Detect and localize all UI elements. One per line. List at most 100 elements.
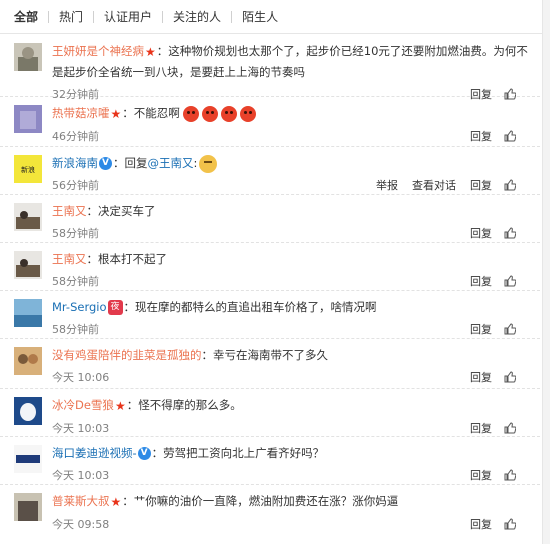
mention-link[interactable]: @王南又 [148,156,194,170]
comment-item: 没有鸡蛋陪伴的韭菜是孤独的：幸亏在海南带不了多久 今天 10:06 回复 [0,339,540,389]
comment-list: 王妍妍是个神经病★：这种物价规划也太那个了，起步价已经10元了还要附加燃油费。为… [0,35,540,533]
reply-button[interactable]: 回复 [470,420,492,436]
comment-filter-bar: 全部 热门 认证用户 关注的人 陌生人 [0,0,550,34]
star-icon: ★ [110,494,122,509]
verified-icon: V [99,157,112,170]
separator: ： [201,348,214,362]
avatar[interactable] [14,251,42,279]
like-icon[interactable] [504,227,516,239]
comment-item: 新浪 新浪海南 V ：回复@王南又: 56分钟前 举报 查看对话 回复 [0,147,540,195]
comment-text: 根本打不起了 [98,252,167,266]
comment-text: 现在摩的都特么的直追出租车价格了，啥情况啊 [135,300,377,314]
like-icon[interactable] [504,275,516,287]
username-link[interactable]: Mr-Sergio [52,300,107,314]
separator: ： [122,106,134,120]
like-icon[interactable] [504,469,516,481]
comment-time: 58分钟前 [52,275,99,288]
star-icon: ★ [110,106,122,121]
reply-button[interactable]: 回复 [470,177,492,193]
tab-hot[interactable]: 热门 [48,10,93,23]
comment-time: 今天 10:03 [52,421,110,435]
separator: ： [156,44,169,58]
username-link[interactable]: 普莱斯大叔 [52,494,110,508]
comment-time: 58分钟前 [52,323,99,336]
comment-time: 今天 10:03 [52,469,110,482]
avatar[interactable]: 新浪 [14,155,42,183]
avatar[interactable] [14,203,42,231]
comment-item: 王妍妍是个神经病★：这种物价规划也太那个了，起步价已经10元了还要附加燃油费。为… [0,35,540,101]
reply-button[interactable]: 回复 [470,467,492,483]
angry-emoji-icon [220,105,237,122]
username-link[interactable]: 王南又 [52,204,87,218]
avatar[interactable] [14,445,42,473]
comment-text: 幸亏在海南带不了多久 [213,348,328,362]
comment-time: 46分钟前 [52,129,99,143]
comment-item: 热带菇凉嚯★：不能忍啊 46分钟前 回复 [0,97,540,147]
tab-all[interactable]: 全部 [14,11,48,23]
level-badge: 夜 [107,300,123,315]
username-link[interactable]: 海口姜迪逊视频- [52,446,137,460]
separator: ： [123,300,136,314]
comment-item: Mr-Sergio 夜：现在摩的都特么的直追出租车价格了，啥情况啊 58分钟前 回复 [0,291,540,339]
separator: ： [151,446,164,460]
reply-button[interactable]: 回复 [470,225,492,241]
comment-time: 58分钟前 [52,227,99,240]
like-icon[interactable] [504,421,516,434]
star-icon: ★ [145,44,156,59]
separator: : [193,156,198,170]
tab-strangers[interactable]: 陌生人 [231,10,288,23]
separator: ： [86,204,99,218]
comment-text: 决定买车了 [98,204,156,218]
comment-text: 怪不得摩的那么多。 [138,398,242,412]
username-link[interactable]: 没有鸡蛋陪伴的韭菜是孤独的 [52,348,202,362]
avatar[interactable] [14,347,42,375]
scrollbar[interactable] [542,0,550,544]
avatar[interactable] [14,397,42,425]
comment-text: 回复 [124,156,148,170]
reply-button[interactable]: 回复 [470,369,492,385]
angry-emoji-icon [201,105,218,122]
svg-text:新浪: 新浪 [21,165,35,174]
username-link[interactable]: 王妍妍是个神经病 [52,44,144,58]
tab-following[interactable]: 关注的人 [162,10,231,23]
reply-button[interactable]: 回复 [470,128,492,144]
separator: ： [122,494,134,508]
comment-text: 艹你嘛的油价一直降，燃油附加费还在涨？涨你妈逼 [133,494,399,508]
reply-button[interactable]: 回复 [470,516,492,532]
username-link[interactable]: 新浪海南 [52,156,98,170]
angry-emoji-icon [182,105,199,122]
comment-text: 不能忍啊 [133,106,180,120]
avatar[interactable] [14,493,42,521]
angry-emoji-icon [239,105,256,122]
comment-item: 冰冷De雪狼★：怪不得摩的那么多。 今天 10:03 回复 [0,389,540,437]
tab-verified[interactable]: 认证用户 [93,10,162,23]
comment-time: 今天 09:58 [52,517,110,531]
username-link[interactable]: 热带菇凉嚯 [52,106,110,120]
report-button[interactable]: 举报 [376,177,398,193]
separator: ： [113,156,125,170]
username-link[interactable]: 冰冷De雪狼 [52,398,114,412]
like-icon[interactable] [504,129,516,142]
like-icon[interactable] [504,323,516,335]
separator: ： [126,398,139,412]
verified-icon: V [137,447,151,460]
avatar[interactable] [14,43,42,71]
comment-item: 王南又：根本打不起了 58分钟前 回复 [0,243,540,291]
dog-emoji-icon [199,154,218,173]
comment-time: 今天 10:06 [52,371,110,384]
comment-item: 普莱斯大叔★：艹你嘛的油价一直降，燃油附加费还在涨？涨你妈逼 今天 09:58 回… [0,485,540,533]
avatar[interactable] [14,299,42,327]
like-icon[interactable] [504,371,516,383]
comment-item: 王南又：决定买车了 58分钟前 回复 [0,195,540,243]
reply-button[interactable]: 回复 [470,321,492,337]
username-link[interactable]: 王南又 [52,252,87,266]
view-dialog-button[interactable]: 查看对话 [412,177,456,193]
comment-time: 56分钟前 [52,179,99,192]
reply-button[interactable]: 回复 [470,273,492,289]
comment-text: 劳驾把工资向北上广看齐好吗？ [163,446,325,460]
like-icon[interactable] [504,179,516,191]
avatar[interactable] [14,105,42,133]
comment-item: 海口姜迪逊视频- V ：劳驾把工资向北上广看齐好吗？ 今天 10:03 回复 [0,437,540,485]
like-icon[interactable] [504,517,516,530]
separator: ： [86,252,99,266]
